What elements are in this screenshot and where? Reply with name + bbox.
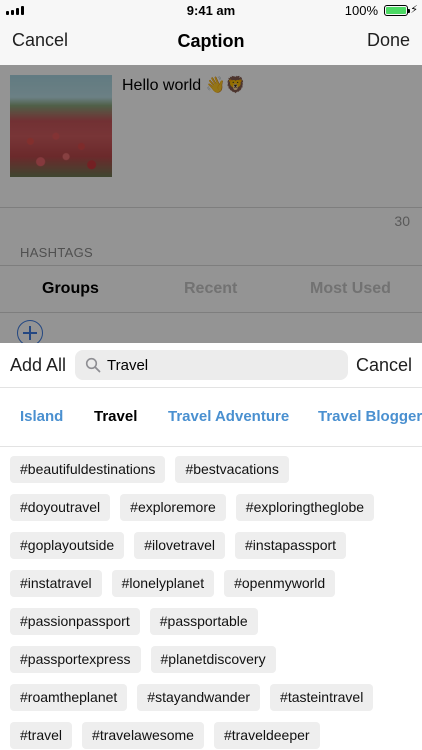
hashtag-chip[interactable]: #beautifuldestinations	[10, 456, 166, 483]
battery-percent: 100%	[344, 3, 378, 18]
hashtag-row: #beautifuldestinations #bestvacations	[10, 456, 289, 483]
divider	[0, 446, 422, 447]
search-icon	[85, 357, 101, 373]
hashtag-chip[interactable]: #lonelyplanet	[111, 570, 215, 597]
filter-travel[interactable]: Travel	[94, 408, 137, 425]
nav-bar: Cancel Caption Done	[0, 22, 422, 65]
hashtag-chip[interactable]: #instapassport	[235, 532, 347, 559]
category-filter-bar: Island Travel Travel Adventure Travel Bl…	[0, 388, 422, 446]
battery-icon	[384, 5, 410, 16]
hashtag-chip[interactable]: #ilovetravel	[134, 532, 226, 559]
filter-travel-adventure[interactable]: Travel Adventure	[168, 408, 289, 425]
hashtag-chip[interactable]: #goplayoutside	[10, 532, 125, 559]
hashtag-row: #doyoutravel #exploremore #exploringtheg…	[10, 494, 375, 521]
search-bar[interactable]	[75, 350, 348, 380]
hashtag-row: #roamtheplanet #stayandwander #tasteintr…	[10, 684, 374, 711]
hashtag-chip[interactable]: #passportexpress	[10, 646, 141, 673]
hashtag-row: #goplayoutside #ilovetravel #instapasspo…	[10, 532, 347, 559]
hashtag-chip[interactable]: #tasteintravel	[270, 684, 374, 711]
filter-island[interactable]: Island	[20, 408, 63, 425]
hashtag-chip[interactable]: #traveldeeper	[213, 722, 320, 749]
hashtag-chip[interactable]: #travel	[10, 722, 73, 749]
hashtag-row: #instatravel #lonelyplanet #openmyworld	[10, 570, 336, 597]
filter-travel-blogger[interactable]: Travel Blogger	[318, 408, 422, 425]
page-title: Caption	[177, 31, 245, 51]
hashtag-chip[interactable]: #instatravel	[10, 570, 102, 597]
hashtag-chip[interactable]: #stayandwander	[137, 684, 261, 711]
hashtag-row: #passportexpress #planetdiscovery	[10, 646, 276, 673]
hashtag-chip[interactable]: #passportable	[149, 608, 258, 635]
hashtag-chip[interactable]: #roamtheplanet	[10, 684, 128, 711]
hashtag-row: #passionpassport #passportable	[10, 608, 258, 635]
hashtag-row: #travel #travelawesome #traveldeeper	[10, 722, 320, 749]
hashtag-chip[interactable]: #bestvacations	[175, 456, 289, 483]
search-cancel-button[interactable]: Cancel	[356, 355, 412, 376]
hashtag-chip[interactable]: #exploremore	[120, 494, 226, 521]
search-input[interactable]	[107, 356, 337, 374]
status-bar: 9:41 am 100% ⚡	[0, 0, 422, 22]
hashtag-chip[interactable]: #passionpassport	[10, 608, 140, 635]
dim-overlay[interactable]	[0, 65, 422, 343]
hashtag-chip[interactable]: #travelawesome	[82, 722, 204, 749]
hashtag-chip[interactable]: #planetdiscovery	[150, 646, 276, 673]
add-all-button[interactable]: Add All	[10, 355, 66, 376]
hashtag-chip[interactable]: #exploringtheglobe	[235, 494, 375, 521]
done-button[interactable]: Done	[367, 30, 410, 51]
charging-icon: ⚡	[410, 4, 418, 16]
hashtag-chip[interactable]: #doyoutravel	[10, 494, 111, 521]
hashtag-chip[interactable]: #openmyworld	[224, 570, 336, 597]
hashtag-search-sheet: Add All Cancel Island Travel Travel Adve…	[0, 343, 422, 750]
